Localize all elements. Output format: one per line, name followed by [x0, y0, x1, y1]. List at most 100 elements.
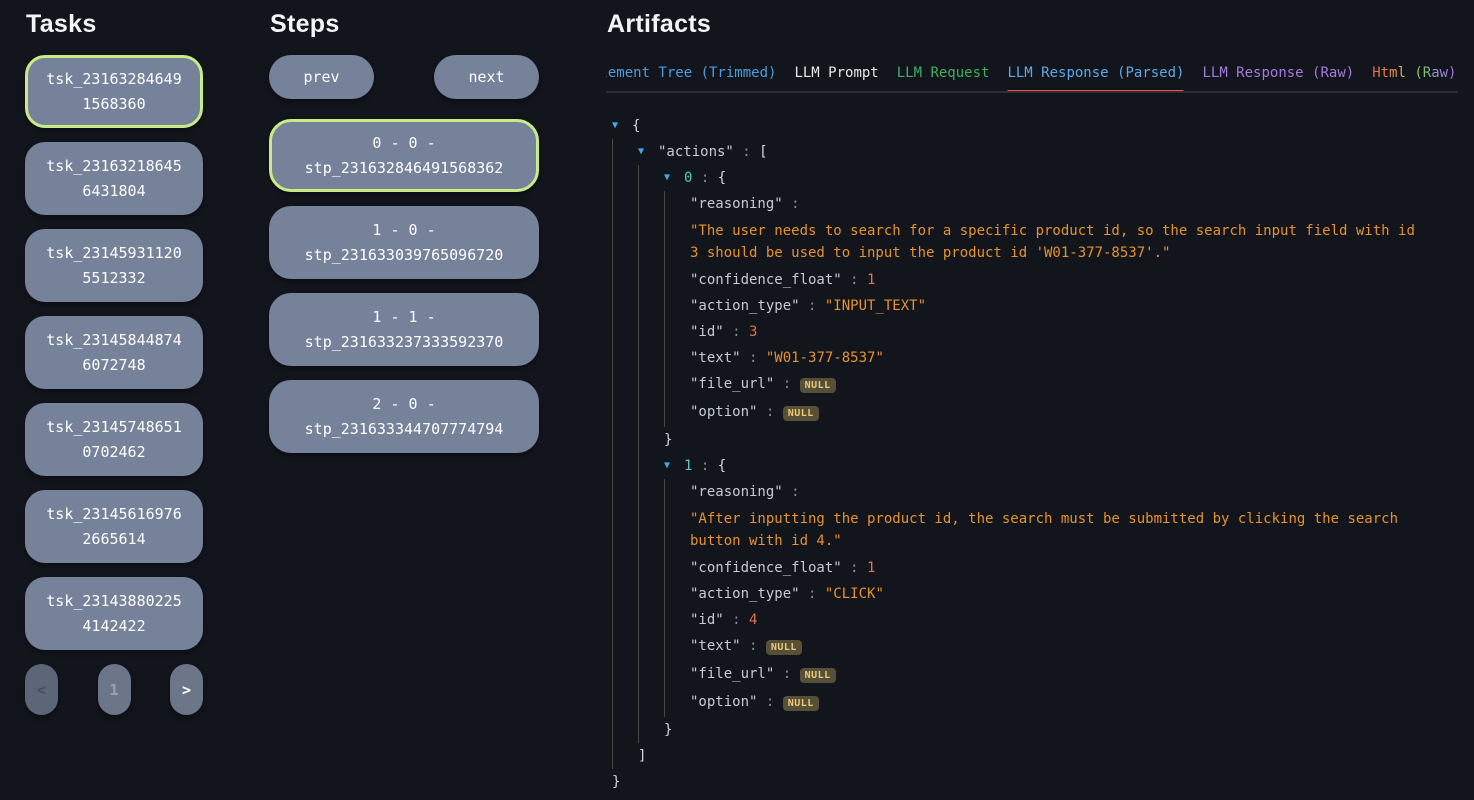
indent-guide [638, 267, 664, 293]
steps-next-button[interactable]: next [434, 55, 539, 99]
tab-html-raw[interactable]: Html (Raw) [1372, 61, 1456, 91]
tasks-next-page-button[interactable]: > [170, 664, 203, 715]
task-button[interactable]: tsk_231456169762665614 [25, 490, 203, 563]
json-punctuation: : [734, 144, 759, 160]
indent-guide [664, 345, 690, 371]
json-null-badge: NULL [783, 696, 819, 711]
json-key: "id" [690, 612, 724, 628]
collapse-toggle-icon[interactable]: ▼ [664, 165, 684, 191]
collapse-toggle-icon[interactable]: ▼ [664, 453, 684, 479]
artifacts-tabbar: Element Tree (Trimmed) LLM Prompt LLM Requ… [606, 61, 1458, 93]
indent-guide [612, 293, 638, 319]
indent-guide [664, 581, 690, 607]
json-row: ▼0 : { [606, 165, 1458, 191]
indent-guide [612, 581, 638, 607]
tab-element-tree-trimmed[interactable]: Element Tree (Trimmed) [606, 61, 776, 91]
steps-prev-button[interactable]: prev [269, 55, 374, 99]
task-button[interactable]: tsk_231438802254142422 [25, 577, 203, 650]
json-row: "action_type" : "INPUT_TEXT" [606, 293, 1458, 319]
indent-guide [612, 633, 638, 661]
json-row-content: "text" : "W01-377-8537" [690, 345, 884, 371]
tab-llm-response-parsed[interactable]: LLM Response (Parsed) [1007, 61, 1184, 91]
indent-guide [664, 267, 690, 293]
task-button[interactable]: tsk_231458448746072748 [25, 316, 203, 389]
json-punctuation: : [774, 666, 799, 682]
indent-guide [664, 689, 690, 717]
json-key: "text" [690, 350, 741, 366]
json-row-content: "After inputting the product id, the sea… [690, 505, 1425, 555]
step-button[interactable]: 2 - 0 - stp_231633344707774794 [269, 380, 539, 453]
json-string-value: "After inputting the product id, the sea… [690, 511, 1398, 549]
task-button[interactable]: tsk_231459311205512332 [25, 229, 203, 302]
task-button[interactable]: tsk_231632186456431804 [25, 142, 203, 215]
json-row-content: } [664, 427, 672, 453]
json-punctuation: : [800, 298, 825, 314]
json-punctuation: : [800, 586, 825, 602]
indent-guide [638, 371, 664, 399]
json-row-content: "id" : 4 [690, 607, 757, 633]
tab-llm-prompt[interactable]: LLM Prompt [794, 61, 878, 91]
json-number-value: 3 [749, 324, 757, 340]
json-punctuation: : [692, 458, 717, 474]
tasks-current-page-button[interactable]: 1 [98, 664, 131, 715]
step-button[interactable]: 1 - 1 - stp_231633237333592370 [269, 293, 539, 366]
json-row-content: { [632, 113, 640, 139]
indent-guide [612, 689, 638, 717]
json-string-value: "W01-377-8537" [766, 350, 884, 366]
json-key: "file_url" [690, 376, 774, 392]
collapse-toggle-icon[interactable]: ▼ [612, 113, 632, 139]
json-key: "option" [690, 404, 757, 420]
json-row-content: } [664, 717, 672, 743]
json-punctuation: : [757, 404, 782, 420]
step-button[interactable]: 0 - 0 - stp_231632846491568362 [269, 119, 539, 192]
collapse-toggle-icon[interactable]: ▼ [638, 139, 658, 165]
indent-guide [638, 453, 664, 479]
indent-guide [612, 505, 638, 555]
json-punctuation: : [783, 484, 800, 500]
task-button[interactable]: tsk_231632846491568360 [25, 55, 203, 128]
indent-guide [638, 555, 664, 581]
indent-guide [638, 505, 664, 555]
indent-guide [612, 267, 638, 293]
indent-guide [638, 427, 664, 453]
indent-guide [664, 661, 690, 689]
json-row: "text" : NULL [606, 633, 1458, 661]
json-key: "action_type" [690, 586, 800, 602]
step-button[interactable]: 1 - 0 - stp_231633039765096720 [269, 206, 539, 279]
json-number-value: 1 [867, 272, 875, 288]
json-row: "text" : "W01-377-8537" [606, 345, 1458, 371]
task-button[interactable]: tsk_231457486510702462 [25, 403, 203, 476]
tab-llm-request[interactable]: LLM Request [897, 61, 990, 91]
tab-llm-response-raw[interactable]: LLM Response (Raw) [1202, 61, 1354, 91]
json-row-content: "file_url" : NULL [690, 371, 836, 399]
json-row-content: "action_type" : "CLICK" [690, 581, 884, 607]
json-punctuation: [ [759, 144, 767, 160]
json-key: "confidence_float" [690, 272, 842, 288]
tasks-prev-page-button[interactable]: < [25, 664, 58, 715]
json-row-content: "option" : NULL [690, 689, 819, 717]
json-punctuation: : [724, 612, 749, 628]
json-row-content: ] [638, 743, 646, 769]
json-punctuation: : [741, 638, 766, 654]
json-tree-viewer: ▼{▼"actions" : [▼0 : {"reasoning" :"The … [606, 113, 1458, 795]
indent-guide [664, 191, 690, 217]
indent-guide [664, 555, 690, 581]
json-punctuation: } [664, 432, 672, 448]
json-row-content: "option" : NULL [690, 399, 819, 427]
indent-guide [612, 743, 638, 769]
json-number-value: 4 [749, 612, 757, 628]
indent-guide [638, 633, 664, 661]
json-row: } [606, 717, 1458, 743]
json-row-content: "text" : NULL [690, 633, 802, 661]
json-row: "file_url" : NULL [606, 371, 1458, 399]
indent-guide [612, 555, 638, 581]
indent-guide [612, 165, 638, 191]
json-key: "option" [690, 694, 757, 710]
indent-guide [612, 371, 638, 399]
json-key: "file_url" [690, 666, 774, 682]
json-punctuation: { [718, 458, 726, 474]
json-row: "reasoning" : [606, 479, 1458, 505]
indent-guide [612, 479, 638, 505]
json-row: ] [606, 743, 1458, 769]
json-row-content: "actions" : [ [658, 139, 768, 165]
